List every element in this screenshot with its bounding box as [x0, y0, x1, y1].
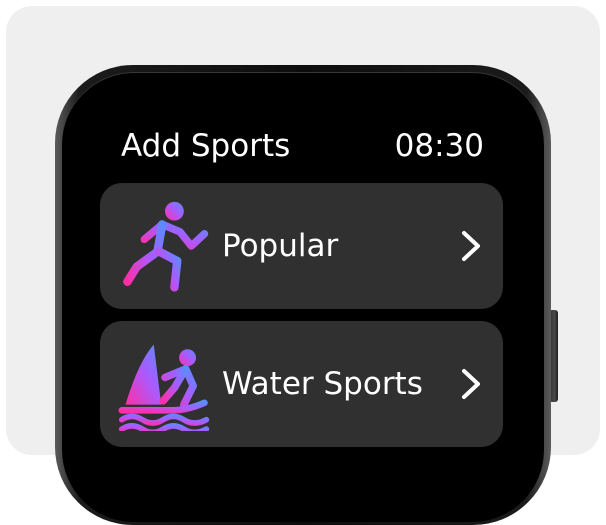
category-water-sports[interactable]: Water Sports [100, 321, 503, 447]
clock-time: 08:30 [394, 128, 484, 164]
chevron-right-icon [462, 231, 480, 261]
chevron-right-icon [462, 369, 480, 399]
running-person-icon [123, 201, 209, 292]
page-title: Add Sports [121, 128, 291, 164]
windsurfing-icon [118, 344, 210, 431]
watch-screen: Add Sports 08:30 Popular Water Sports [88, 100, 518, 461]
category-popular[interactable]: Popular [100, 183, 503, 309]
category-label: Popular [222, 228, 339, 264]
category-label: Water Sports [222, 366, 423, 402]
